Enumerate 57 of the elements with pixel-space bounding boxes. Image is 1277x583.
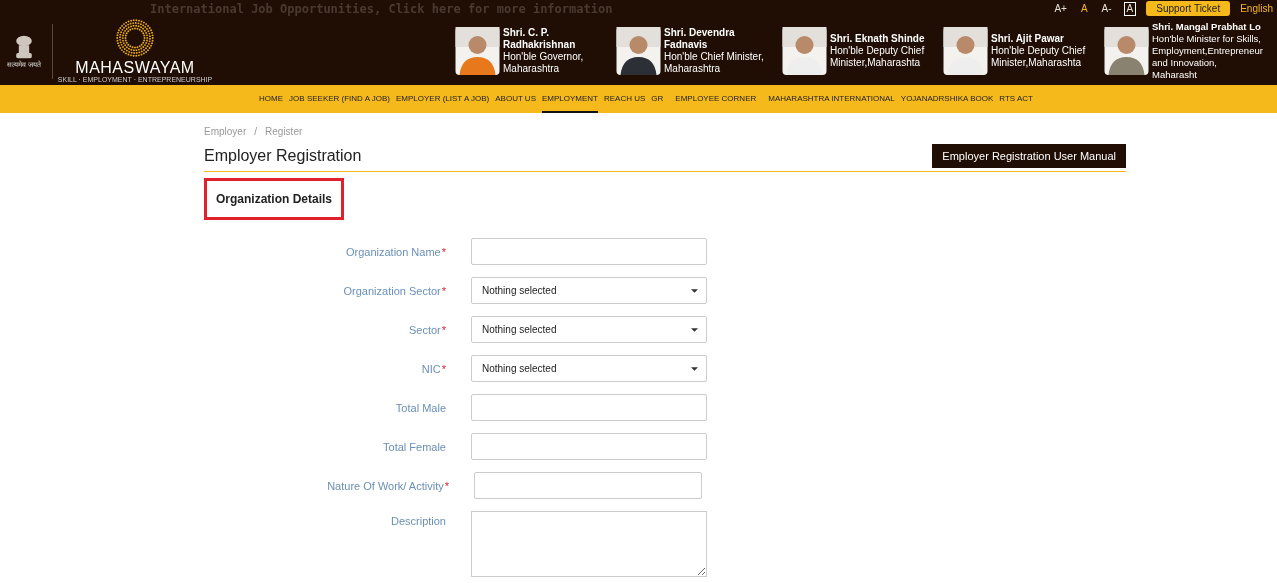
nav-link[interactable]: EMPLOYMENT	[542, 85, 598, 113]
required-mark: *	[441, 284, 446, 297]
nav-link[interactable]: ABOUT US	[495, 85, 536, 113]
nav-link[interactable]: GR	[651, 85, 664, 113]
dropdown[interactable]: Nothing selected	[471, 316, 707, 343]
nav-link[interactable]: EMPLOYEE CORNER	[675, 85, 757, 113]
leader-name: Shri. Eknath Shinde	[830, 33, 926, 45]
input-field[interactable]	[474, 472, 702, 499]
caret-icon	[691, 366, 698, 371]
field-label: Organization Sector*	[342, 284, 447, 297]
field-label: Sector*	[407, 323, 447, 336]
required-mark: *	[441, 362, 446, 375]
field-label: Organization Name*	[344, 245, 447, 258]
dropdown[interactable]: Nothing selected	[471, 277, 707, 304]
font-size-button[interactable]: A+	[1052, 3, 1069, 14]
nav-link[interactable]: JOB SEEKER (FIND A JOB)	[289, 85, 390, 113]
leader-role: Hon'ble Deputy Chief Minister,Maharashta	[830, 45, 926, 69]
section-title: Organization Details	[216, 192, 333, 206]
leader-name: Shri. Devendra Fadnavis	[664, 27, 736, 51]
input-field[interactable]	[471, 238, 707, 265]
leader-role: Hon'ble Minister for Skills, Employment,Entrepreneur and Innovation, Maharasht	[1152, 33, 1264, 81]
contrast-button[interactable]: A	[1123, 1, 1137, 16]
logo-icon	[116, 18, 154, 57]
caret-icon	[691, 327, 698, 332]
field-label: Nature Of Work/ Activity*	[326, 479, 450, 492]
page-title: Employer Registration	[204, 146, 362, 165]
text-area[interactable]	[471, 511, 707, 577]
required-mark: *	[441, 245, 446, 258]
leader-name: Shri. C. P. Radhakrishnan	[503, 27, 577, 51]
user-manual-button[interactable]: Employer Registration User Manual	[932, 143, 1126, 168]
nav-link[interactable]: REACH US	[604, 85, 646, 113]
leader-role: Hon'ble Governor, Maharashtra	[503, 51, 585, 75]
input-field[interactable]	[471, 433, 707, 460]
field-label: Total Male	[394, 401, 447, 414]
required-mark: *	[441, 323, 446, 336]
nav-link[interactable]: HOME	[259, 85, 284, 113]
font-size-button[interactable]: A-	[1099, 3, 1114, 14]
nav-link[interactable]: YOJANADRSHIKA BOOK	[900, 85, 994, 113]
breadcrumb-separator: /	[254, 126, 258, 139]
caret-icon	[691, 288, 698, 293]
leader-name: Shri. Mangal Prabhat Lo	[1152, 21, 1262, 33]
required-mark: *	[444, 479, 449, 492]
field-label: Total Female	[382, 440, 447, 453]
language-link[interactable]: English	[1240, 3, 1273, 14]
leader-name: Shri. Ajit Pawar	[991, 33, 1065, 45]
leader-role: Hon'ble Chief Minister, Maharashtra	[664, 51, 765, 75]
support-button[interactable]: Support Ticket	[1146, 1, 1231, 16]
dropdown[interactable]: Nothing selected	[471, 355, 707, 382]
nav-link[interactable]: EMPLOYER (LIST A JOB)	[396, 85, 490, 113]
leader-role: Hon'ble Deputy Chief Minister,Maharashta	[991, 45, 1087, 69]
field-label: NIC*	[420, 362, 447, 375]
font-size-button[interactable]: A	[1078, 3, 1090, 14]
logo-title: MAHASWAYAM	[75, 58, 195, 76]
nav-link[interactable]: RTS ACT	[999, 85, 1033, 113]
field-label: Description	[389, 515, 447, 527]
nav-link[interactable]: MAHARASHTRA INTERNATIONAL	[768, 85, 895, 113]
input-field[interactable]	[471, 394, 707, 421]
